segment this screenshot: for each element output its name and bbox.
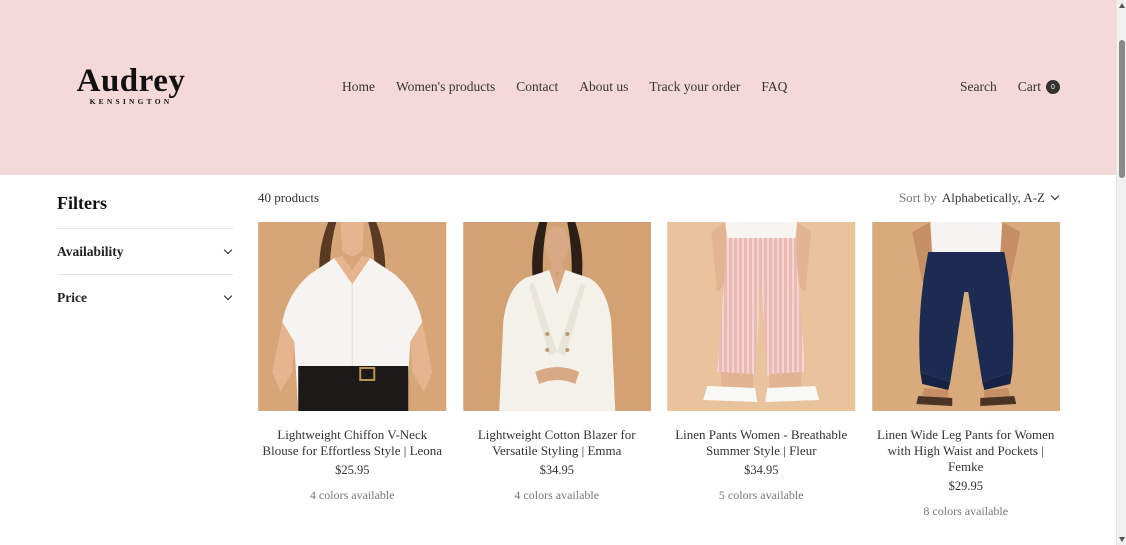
main-nav: Home Women's products Contact About us T… <box>342 79 787 95</box>
nav-item-home[interactable]: Home <box>342 79 375 95</box>
filter-availability[interactable]: Availability <box>57 228 233 274</box>
page: Audrey KENSINGTON Home Women's products … <box>0 0 1116 545</box>
sort-value: Alphabetically, A-Z <box>941 190 1045 205</box>
sort-label: Sort by <box>898 190 937 205</box>
nav-item-faq[interactable]: FAQ <box>761 79 787 95</box>
product-image[interactable] <box>871 222 1061 411</box>
chevron-down-icon <box>223 245 233 254</box>
chevron-down-icon <box>223 291 233 300</box>
filter-label: Availability <box>57 243 124 259</box>
nav-item-contact[interactable]: Contact <box>516 79 558 95</box>
page-scrollbar[interactable] <box>1116 0 1126 545</box>
logo-subtitle: KENSINGTON <box>89 97 173 106</box>
product-image[interactable] <box>258 222 447 411</box>
product-count: 40 products <box>258 190 320 205</box>
product-colors: 8 colors available <box>923 504 1009 518</box>
product-name: Linen Wide Leg Pants for Women with High… <box>877 427 1055 474</box>
product-price: $25.95 <box>335 463 370 477</box>
filter-price[interactable]: Price <box>57 274 233 320</box>
header-actions: Search Cart 0 <box>960 79 1060 95</box>
brand-logo[interactable]: Audrey KENSINGTON <box>76 63 186 107</box>
product-image[interactable] <box>462 222 652 411</box>
product-image[interactable] <box>667 222 856 411</box>
scroll-down-arrow-icon[interactable] <box>1119 537 1125 542</box>
product-price: $34.95 <box>539 463 574 477</box>
product-name: Linen Pants Women - Breathable Summer St… <box>675 427 848 458</box>
product-card[interactable]: Linen Wide Leg Pants for Women with High… <box>871 222 1061 519</box>
scrollbar-thumb[interactable] <box>1119 40 1125 178</box>
product-name: Lightweight Cotton Blazer for Versatile … <box>477 427 636 458</box>
cart-link[interactable]: Cart 0 <box>1018 79 1060 95</box>
product-name: Lightweight Chiffon V-Neck Blouse for Ef… <box>262 427 443 458</box>
nav-item-track-order[interactable]: Track your order <box>649 79 740 95</box>
chevron-down-icon <box>1050 191 1060 201</box>
search-link[interactable]: Search <box>960 79 997 95</box>
scroll-up-arrow-icon[interactable] <box>1119 3 1125 8</box>
nav-item-womens-products[interactable]: Women's products <box>396 79 495 95</box>
product-card[interactable]: Lightweight Chiffon V-Neck Blouse for Ef… <box>258 222 447 519</box>
nav-item-about-us[interactable]: About us <box>579 79 628 95</box>
product-colors: 5 colors available <box>718 488 804 502</box>
logo-name: Audrey <box>76 63 186 99</box>
product-colors: 4 colors available <box>514 488 600 502</box>
cart-count-badge: 0 <box>1046 80 1060 94</box>
site-header: Audrey KENSINGTON Home Women's products … <box>0 0 1116 175</box>
filters-title: Filters <box>57 193 107 213</box>
product-colors: 4 colors available <box>309 488 395 502</box>
sort-dropdown[interactable]: Sort by Alphabetically, A-Z <box>899 190 1060 206</box>
product-grid: Lightweight Chiffon V-Neck Blouse for Ef… <box>258 222 1060 519</box>
product-card[interactable]: Linen Pants Women - Breathable Summer St… <box>667 222 856 519</box>
product-card[interactable]: Lightweight Cotton Blazer for Versatile … <box>462 222 652 519</box>
product-price: $34.95 <box>744 463 779 477</box>
cart-label: Cart <box>1017 79 1041 94</box>
product-price: $29.95 <box>948 479 983 493</box>
filter-label: Price <box>57 289 87 305</box>
